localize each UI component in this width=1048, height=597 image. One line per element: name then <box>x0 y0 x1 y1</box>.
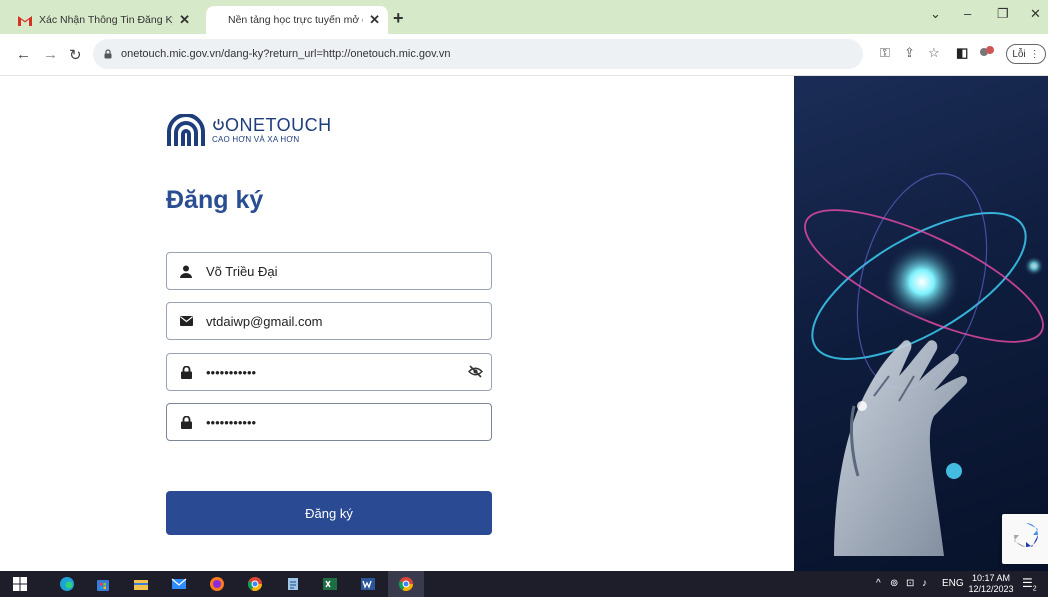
lock-icon <box>179 415 193 429</box>
logo-brand-name: ONETOUCH <box>212 116 332 134</box>
extension-icon[interactable] <box>979 45 995 62</box>
page-content: ONETOUCH CAO HƠN VÀ XA HƠN Đăng ký Võ Tr… <box>0 76 1048 571</box>
reload-icon[interactable]: ↻ <box>69 46 82 64</box>
fullname-field[interactable] <box>166 252 492 290</box>
address-bar[interactable]: onetouch.mic.gov.vn/dang-ky?return_url=h… <box>93 39 863 69</box>
hero-robot-hand-image <box>794 76 1048 571</box>
error-button[interactable]: Lỗi ⋮ <box>1006 44 1046 64</box>
notification-count: 2 <box>1032 585 1037 593</box>
page-title: Đăng ký <box>166 186 264 214</box>
gmail-icon <box>18 13 32 27</box>
notepad-icon[interactable] <box>285 576 301 592</box>
minimize-icon[interactable]: – <box>964 6 971 21</box>
power-icon <box>213 119 224 131</box>
windows-taskbar: ^ ⊚ ⊡ ♪ ENG 10:17 AM 12/12/2023 ☰2 <box>0 571 1048 597</box>
fullname-input[interactable] <box>206 263 446 279</box>
user-icon <box>179 264 193 278</box>
mail-icon[interactable] <box>171 576 187 592</box>
volume-icon[interactable]: ♪ <box>922 578 927 589</box>
logo-arch-icon <box>167 114 205 146</box>
restore-icon[interactable]: ❐ <box>997 6 1009 22</box>
file-explorer-icon[interactable] <box>133 576 149 592</box>
tab-title: Xác Nhận Thông Tin Đăng Ký - v <box>39 14 173 26</box>
back-icon[interactable]: ← <box>16 46 31 63</box>
tab-gmail[interactable]: Xác Nhận Thông Tin Đăng Ký - v ✕ <box>8 6 198 34</box>
logo-tagline: CAO HƠN VÀ XA HƠN <box>212 135 300 144</box>
menu-dots-icon: ⋮ <box>1029 48 1040 60</box>
tab-search-icon[interactable]: ⌄ <box>930 6 941 22</box>
store-icon[interactable] <box>95 576 111 592</box>
register-button[interactable]: Đăng ký <box>166 491 492 535</box>
recaptcha-badge[interactable] <box>1002 514 1048 564</box>
firefox-icon[interactable] <box>209 576 225 592</box>
recaptcha-icon <box>1014 523 1038 547</box>
clock-date: 12/12/2023 <box>968 584 1014 594</box>
url-text: onetouch.mic.gov.vn/dang-ky?return_url=h… <box>121 48 451 60</box>
forward-icon[interactable]: → <box>43 46 58 63</box>
password-input[interactable] <box>206 364 446 380</box>
chrome-icon[interactable] <box>247 576 263 592</box>
tray-app-icon[interactable]: ⊚ <box>890 578 898 589</box>
confirm-password-input[interactable] <box>206 414 446 430</box>
browser-toolbar: ← → ↻ onetouch.mic.gov.vn/dang-ky?return… <box>0 34 1048 76</box>
close-tab-icon[interactable]: ✕ <box>369 12 380 28</box>
network-icon[interactable]: ⊡ <box>906 578 914 589</box>
lock-icon <box>179 365 193 379</box>
tab-title: Nền tảng học trực tuyến mở đại <box>228 14 364 26</box>
windows-start-icon[interactable] <box>12 576 28 592</box>
tray-expand-icon[interactable]: ^ <box>876 578 881 589</box>
close-tab-icon[interactable]: ✕ <box>179 12 190 28</box>
bookmark-star-icon[interactable]: ☆ <box>928 45 940 61</box>
lock-icon <box>104 49 112 59</box>
word-icon[interactable] <box>360 576 376 592</box>
password-field[interactable] <box>166 353 492 391</box>
tab-onetouch[interactable]: Nền tảng học trực tuyến mở đại ✕ <box>206 6 388 34</box>
email-input[interactable] <box>206 313 446 329</box>
key-icon[interactable]: ⚿ <box>880 45 890 61</box>
close-window-icon[interactable]: ✕ <box>1030 6 1041 22</box>
clock[interactable]: 10:17 AM 12/12/2023 <box>968 573 1014 595</box>
email-field[interactable] <box>166 302 492 340</box>
edge-icon[interactable] <box>59 576 75 592</box>
notification-center-icon[interactable]: ☰2 <box>1022 576 1037 592</box>
chrome-active-icon[interactable] <box>398 576 414 592</box>
screen: Xác Nhận Thông Tin Đăng Ký - v ✕ Nền tản… <box>0 0 1048 597</box>
new-tab-button[interactable]: + <box>393 8 404 29</box>
toggle-password-visibility-icon[interactable] <box>468 365 483 383</box>
side-panel-icon[interactable]: ◧ <box>956 45 968 61</box>
browser-tab-strip: Xác Nhận Thông Tin Đăng Ký - v ✕ Nền tản… <box>0 0 1048 34</box>
onetouch-logo[interactable]: ONETOUCH CAO HƠN VÀ XA HƠN <box>166 114 332 146</box>
confirm-password-field[interactable] <box>166 403 492 441</box>
language-indicator[interactable]: ENG <box>942 578 964 589</box>
share-icon[interactable]: ⇪ <box>904 45 915 61</box>
excel-icon[interactable] <box>322 576 338 592</box>
envelope-icon <box>179 314 193 328</box>
clock-time: 10:17 AM <box>971 573 1011 583</box>
error-label: Lỗi <box>1012 48 1026 60</box>
